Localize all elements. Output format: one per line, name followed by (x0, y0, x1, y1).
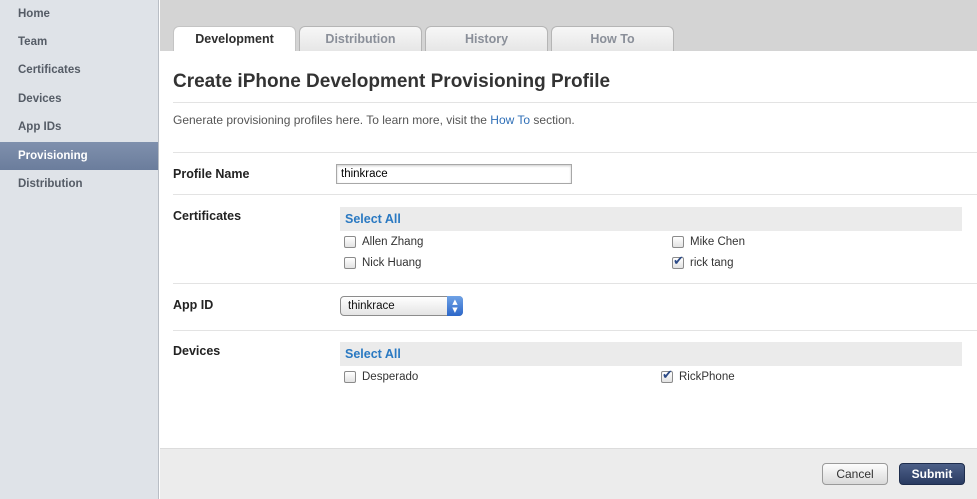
intro-prefix: Generate provisioning profiles here. To … (173, 113, 491, 127)
divider (173, 283, 977, 284)
certificate-name: Mike Chen (690, 236, 745, 248)
certificate-name: rick tang (690, 257, 734, 269)
certificates-select-all[interactable]: Select All (340, 207, 962, 231)
sidebar-item-certificates[interactable]: Certificates (0, 56, 158, 84)
sidebar-item-distribution[interactable]: Distribution (0, 170, 158, 198)
devices-select-all[interactable]: Select All (340, 342, 962, 366)
page-title: Create iPhone Development Provisioning P… (173, 71, 611, 92)
certificate-checkbox-row[interactable]: Mike Chen (672, 234, 745, 250)
certificate-checkbox-row[interactable]: Allen Zhang (344, 234, 423, 250)
app-id-selected-value: thinkrace (348, 300, 395, 312)
sidebar-item-devices[interactable]: Devices (0, 85, 158, 113)
profile-name-input[interactable] (336, 164, 572, 184)
sidebar: Home Team Certificates Devices App IDs P… (0, 0, 159, 499)
tab-history[interactable]: History (425, 26, 548, 51)
certificate-name: Allen Zhang (362, 236, 424, 248)
select-arrows-icon: ▲ ▼ (447, 296, 463, 316)
sidebar-item-team[interactable]: Team (0, 28, 158, 56)
intro-text: Generate provisioning profiles here. To … (173, 113, 575, 127)
form-footer: Cancel Submit (160, 448, 977, 499)
checkbox[interactable] (672, 236, 684, 248)
checkbox-checked[interactable] (672, 254, 684, 269)
device-checkbox-row[interactable]: Desperado (344, 369, 418, 385)
certificate-name: Nick Huang (362, 257, 422, 269)
divider (173, 330, 977, 331)
checkbox[interactable] (344, 257, 356, 269)
sidebar-item-app-ids[interactable]: App IDs (0, 113, 158, 141)
devices-label: Devices (173, 344, 221, 358)
divider (173, 194, 977, 195)
how-to-link[interactable]: How To (490, 113, 530, 127)
tab-bar: Development Distribution History How To (160, 0, 977, 52)
cancel-button[interactable]: Cancel (822, 463, 888, 485)
certificates-label: Certificates (173, 209, 242, 223)
divider (173, 152, 977, 153)
tab-distribution[interactable]: Distribution (299, 26, 422, 51)
tab-how-to[interactable]: How To (551, 26, 674, 51)
checkbox[interactable] (344, 371, 356, 383)
checkbox-checked[interactable] (661, 368, 673, 383)
certificate-checkbox-row[interactable]: Nick Huang (344, 255, 421, 271)
intro-suffix: section. (530, 113, 575, 127)
sidebar-item-provisioning[interactable]: Provisioning (0, 142, 158, 170)
checkbox[interactable] (344, 236, 356, 248)
sidebar-item-home[interactable]: Home (0, 0, 158, 28)
submit-button[interactable]: Submit (899, 463, 965, 485)
app-id-label: App ID (173, 298, 214, 312)
device-name: Desperado (362, 371, 419, 383)
main-content: Create iPhone Development Provisioning P… (160, 51, 977, 499)
divider (173, 102, 977, 103)
tab-development[interactable]: Development (173, 26, 296, 52)
certificate-checkbox-row[interactable]: rick tang (672, 254, 734, 271)
profile-name-label: Profile Name (173, 167, 250, 181)
device-checkbox-row[interactable]: RickPhone (661, 368, 735, 385)
device-name: RickPhone (679, 371, 735, 383)
app-id-select[interactable]: thinkrace ▲ ▼ (340, 296, 463, 316)
